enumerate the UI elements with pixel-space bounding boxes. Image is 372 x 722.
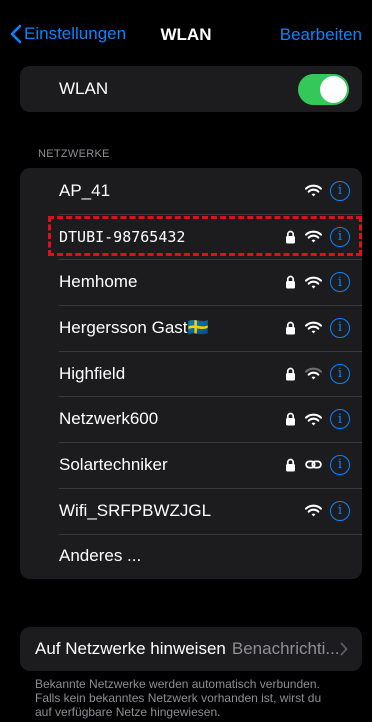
network-name: Netzwerk600 xyxy=(59,409,159,429)
network-status-icons: i xyxy=(284,454,350,475)
lock-icon xyxy=(284,274,297,290)
info-icon[interactable]: i xyxy=(330,226,350,247)
navigation-bar: Einstellungen WLAN Bearbeiten xyxy=(0,0,372,52)
info-icon[interactable]: i xyxy=(330,363,350,384)
notify-label: Auf Netzwerke hinweisen xyxy=(35,639,226,658)
network-name: Hemhome xyxy=(59,272,138,292)
networks-section-header: NETZWERKE xyxy=(38,148,110,160)
network-status-icons: i xyxy=(284,500,350,521)
wifi-icon xyxy=(305,412,322,426)
wifi-icon xyxy=(305,321,322,335)
network-list: AP_41 i DTUBI-98765432 i Hemhome i Hergersson … xyxy=(20,168,362,580)
info-icon[interactable]: i xyxy=(330,409,350,430)
info-icon[interactable]: i xyxy=(330,272,350,293)
network-status-icons: i xyxy=(284,180,350,201)
network-name: Hergersson Gast🇸🇪 xyxy=(59,317,209,337)
notify-value: Benachrichti... xyxy=(231,639,340,658)
other-network-label: Anderes ... xyxy=(59,546,142,566)
other-network-row[interactable]: Anderes ... xyxy=(20,533,362,580)
lock-icon xyxy=(284,457,297,473)
lock-icon xyxy=(284,229,297,245)
notify-networks-row[interactable]: Auf Netzwerke hinweisen Benachrichti... xyxy=(20,627,362,671)
wlan-label: WLAN xyxy=(59,79,109,98)
footer-line: Bekannte Netzwerke werden automatisch ve… xyxy=(35,677,320,691)
info-icon[interactable]: i xyxy=(330,454,350,475)
wlan-row: WLAN xyxy=(20,66,362,112)
network-status-icons: i xyxy=(284,317,350,338)
wifi-icon xyxy=(305,230,322,244)
network-row[interactable]: Netzwerk600 i xyxy=(20,396,362,442)
lock-icon xyxy=(284,503,297,519)
wlan-toggle-group: WLAN xyxy=(20,66,362,112)
footer-note: Bekannte Netzwerke werden automatisch ve… xyxy=(35,677,365,719)
footer-line: auf verfügbare Netze hingewiesen. xyxy=(35,705,221,719)
wifi-icon xyxy=(305,504,322,518)
wifi-icon xyxy=(305,275,322,289)
lock-icon xyxy=(284,320,297,336)
network-row[interactable]: Wifi_SRFPBWZJGL i xyxy=(20,487,362,534)
network-row[interactable]: Hergersson Gast🇸🇪 i xyxy=(20,305,362,351)
network-name: DTUBI-98765432 xyxy=(59,227,186,246)
network-status-icons: i xyxy=(284,226,350,247)
network-name: Wifi_SRFPBWZJGL xyxy=(59,500,212,520)
footer-line: Falls kein bekanntes Netzwerk vorhanden … xyxy=(35,691,322,705)
lock-icon xyxy=(284,366,297,382)
network-status-icons: i xyxy=(284,272,350,293)
network-row[interactable]: AP_41 i xyxy=(20,168,362,214)
wifi-icon xyxy=(305,184,322,198)
link-icon xyxy=(305,458,322,472)
wifi-weak-icon xyxy=(305,367,322,381)
network-name: Highfield xyxy=(59,363,126,383)
edit-button[interactable]: Bearbeiten xyxy=(280,25,362,45)
info-icon[interactable]: i xyxy=(330,180,350,201)
network-row[interactable]: DTUBI-98765432 i xyxy=(20,213,362,260)
network-row[interactable]: Hemhome i xyxy=(20,259,362,305)
lock-icon xyxy=(284,411,297,427)
chevron-right-icon xyxy=(340,642,348,656)
network-row[interactable]: Solartechniker i xyxy=(20,442,362,488)
network-name: AP_41 xyxy=(59,180,111,200)
network-row[interactable]: Highfield i xyxy=(20,350,362,397)
lock-icon xyxy=(284,183,297,199)
network-name: Solartechniker xyxy=(59,454,168,474)
info-icon[interactable]: i xyxy=(330,500,350,521)
network-status-icons: i xyxy=(284,363,350,384)
wlan-toggle[interactable] xyxy=(298,73,349,105)
info-icon[interactable]: i xyxy=(330,317,350,338)
network-status-icons: i xyxy=(284,409,350,430)
